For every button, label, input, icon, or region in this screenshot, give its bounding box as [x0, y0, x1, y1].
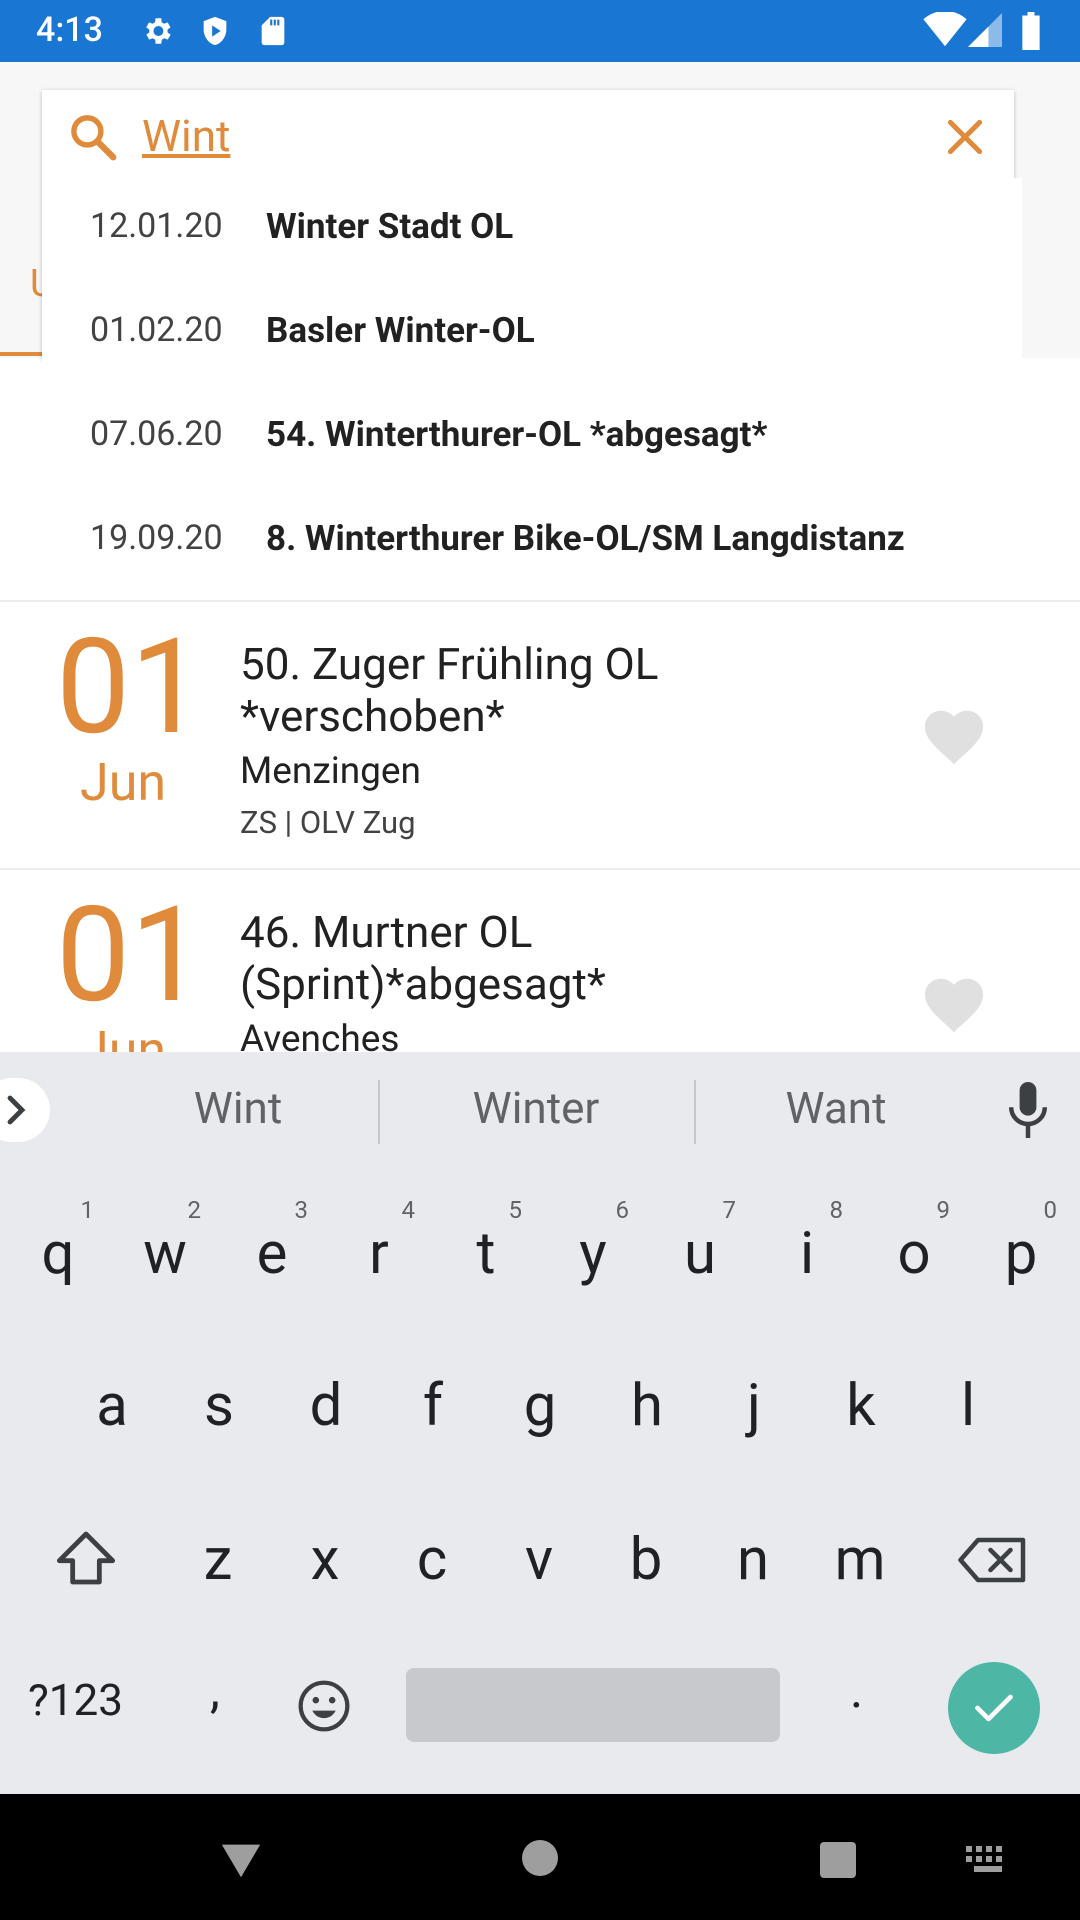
key-c[interactable]: c [380, 1496, 484, 1626]
event-month: Jun [80, 1020, 167, 1052]
suggestion-item[interactable]: 07.06.20 54. Winterthurer-OL *abgesagt* [0, 386, 1080, 490]
navigation-bar [0, 1794, 1080, 1920]
key-s[interactable]: s [167, 1342, 271, 1472]
emoji-icon[interactable] [296, 1678, 352, 1734]
favorite-heart-icon[interactable] [918, 702, 990, 766]
chevron-right-icon [7, 1095, 26, 1125]
key-z[interactable]: z [166, 1496, 270, 1626]
space-key[interactable] [406, 1668, 780, 1742]
event-clubs: ZS | OLV Zug [240, 804, 416, 841]
battery-icon [1022, 12, 1040, 50]
suggestion-name: 8. Winterthurer Bike-OL/SM Langdistanz [266, 518, 905, 559]
event-day: 01 [56, 879, 205, 1033]
divider [694, 1080, 696, 1144]
search-input[interactable] [142, 104, 902, 168]
back-icon[interactable] [218, 1840, 264, 1880]
suggestion-item[interactable]: 19.09.20 8. Winterthurer Bike-OL/SM Lang… [0, 490, 1080, 594]
suggestion-date: 07.06.20 [90, 414, 223, 454]
key-h[interactable]: h [595, 1342, 699, 1472]
period-key[interactable]: . [850, 1662, 863, 1720]
key-v[interactable]: v [487, 1496, 591, 1626]
key-j[interactable]: j [702, 1342, 806, 1472]
microphone-icon[interactable] [1008, 1082, 1048, 1138]
shield-play-icon [203, 16, 227, 46]
shift-icon[interactable] [54, 1528, 118, 1588]
key-b[interactable]: b [594, 1496, 698, 1626]
search-icon [71, 115, 117, 161]
key-l[interactable]: l [916, 1342, 1020, 1472]
key-p[interactable]: p0 [969, 1190, 1073, 1320]
key-o[interactable]: o9 [862, 1190, 966, 1320]
key-w[interactable]: w2 [113, 1190, 217, 1320]
event-title: 46. Murtner OL (Sprint)*abgesagt* [240, 906, 606, 1010]
cell-signal-icon [968, 13, 1002, 47]
key-m[interactable]: m [808, 1496, 912, 1626]
key-y[interactable]: y6 [541, 1190, 645, 1320]
home-icon[interactable] [520, 1838, 560, 1878]
wifi-icon [923, 12, 967, 47]
key-x[interactable]: x [273, 1496, 377, 1626]
event-place: Avenches [240, 1018, 400, 1052]
settings-icon [146, 18, 171, 44]
event-list-item[interactable]: 01 Jun 50. Zuger Frühling OL *verschoben… [0, 602, 1080, 868]
key-d[interactable]: d [274, 1342, 378, 1472]
event-list-item[interactable]: 01 Jun 46. Murtner OL (Sprint)*abgesagt*… [0, 870, 1080, 1052]
suggestion-item[interactable]: 01.02.20 Basler Winter-OL [42, 282, 1022, 386]
key-r[interactable]: r4 [327, 1190, 431, 1320]
key-a[interactable]: a [60, 1342, 164, 1472]
close-icon[interactable] [940, 112, 990, 162]
keyboard-suggestion-bar: Wint Winter Want [0, 1052, 1080, 1170]
key-e[interactable]: e3 [220, 1190, 324, 1320]
event-place: Menzingen [240, 750, 421, 793]
sd-card-icon [261, 16, 285, 46]
soft-keyboard: Wint Winter Want q1 w2 e3 r4 t5 y6 u7 i8… [0, 1052, 1080, 1794]
divider [378, 1080, 380, 1144]
backspace-icon[interactable] [958, 1534, 1028, 1586]
suggestion-item[interactable]: 12.01.20 Winter Stadt OL [42, 178, 1022, 282]
check-icon [975, 1694, 1013, 1722]
word-suggestion[interactable]: Winter [426, 1082, 646, 1134]
word-suggestion[interactable]: Wint [128, 1082, 348, 1134]
key-t[interactable]: t5 [434, 1190, 538, 1320]
key-g[interactable]: g [488, 1342, 592, 1472]
favorite-heart-icon[interactable] [918, 970, 990, 1034]
suggestion-name: 54. Winterthurer-OL *abgesagt* [266, 414, 768, 455]
key-f[interactable]: f [381, 1342, 485, 1472]
word-suggestion[interactable]: Want [726, 1082, 946, 1134]
suggestion-date: 01.02.20 [90, 310, 223, 350]
status-time: 4:13 [36, 10, 103, 50]
suggestion-date: 19.09.20 [90, 518, 223, 558]
event-month: Jun [80, 752, 167, 813]
suggestion-name: Winter Stadt OL [266, 206, 514, 247]
recents-icon[interactable] [818, 1840, 858, 1880]
done-button[interactable] [948, 1662, 1040, 1754]
status-bar: 4:13 [0, 0, 1080, 62]
key-q[interactable]: q1 [6, 1190, 110, 1320]
event-day: 01 [56, 611, 205, 765]
comma-key[interactable]: , [210, 1662, 220, 1720]
symbols-key[interactable]: ?123 [28, 1674, 123, 1726]
suggestion-name: Basler Winter-OL [266, 310, 535, 351]
suggestion-date: 12.01.20 [90, 206, 223, 246]
expand-toolbar-button[interactable] [0, 1078, 50, 1142]
keyboard-switch-icon[interactable] [966, 1846, 1010, 1874]
key-i[interactable]: i8 [755, 1190, 859, 1320]
key-n[interactable]: n [701, 1496, 805, 1626]
event-title: 50. Zuger Frühling OL *verschoben* [240, 638, 659, 742]
key-k[interactable]: k [809, 1342, 913, 1472]
key-u[interactable]: u7 [648, 1190, 752, 1320]
